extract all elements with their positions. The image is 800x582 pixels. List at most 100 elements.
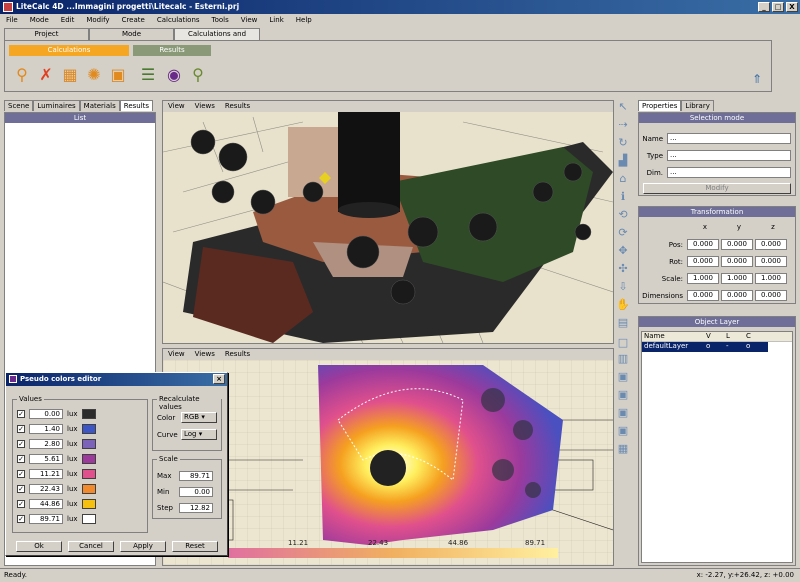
help-icon[interactable]: ⇑ — [749, 71, 765, 87]
value-checkbox-7[interactable]: ✓ — [17, 500, 25, 508]
viewport2-menu-views[interactable]: Views — [190, 349, 220, 360]
tab-calculations-results[interactable]: Calculations and Results — [174, 28, 260, 49]
menu-mode[interactable]: Mode — [24, 14, 55, 27]
perspective-render[interactable] — [163, 112, 613, 343]
calc-point-icon[interactable]: ⚲ — [11, 63, 33, 85]
rotate-icon[interactable]: ↻ — [616, 136, 630, 150]
step-input[interactable]: 12.82 — [179, 503, 213, 513]
value-input-5[interactable]: 11.21 — [29, 469, 63, 479]
tab-materials[interactable]: Materials — [79, 100, 120, 111]
value-input-3[interactable]: 2.80 — [29, 439, 63, 449]
rot-x-field[interactable]: 0.000 — [687, 256, 719, 267]
value-input-4[interactable]: 5.61 — [29, 454, 63, 464]
value-input-2[interactable]: 1.40 — [29, 424, 63, 434]
menu-create[interactable]: Create — [116, 14, 151, 27]
color-swatch-3[interactable] — [81, 439, 96, 449]
window-icon[interactable]: □ — [616, 336, 630, 350]
close-button[interactable]: X — [786, 2, 798, 12]
tab-mode[interactable]: Mode — [89, 28, 174, 40]
results-magnify-icon[interactable]: ⚲ — [187, 63, 209, 85]
menu-help[interactable]: Help — [290, 14, 318, 27]
value-checkbox-8[interactable]: ✓ — [17, 515, 25, 523]
apply-button[interactable]: Apply — [120, 541, 166, 552]
layout-icon[interactable]: ▥ — [616, 352, 630, 366]
tab-luminaires[interactable]: Luminaires — [33, 100, 80, 111]
object-icon[interactable]: ▤ — [616, 316, 630, 330]
color-swatch-6[interactable] — [81, 484, 96, 494]
dimensions-y-field[interactable]: 0.000 — [721, 290, 753, 301]
rot-y-field[interactable]: 0.000 — [721, 256, 753, 267]
layer-col-l[interactable]: L — [726, 332, 746, 341]
name-field[interactable]: ... — [667, 133, 791, 144]
layer-visible[interactable]: o — [706, 342, 726, 352]
viewport-menu-views[interactable]: Views — [190, 101, 220, 112]
pan-icon[interactable]: ✥ — [616, 244, 630, 258]
color-swatch-8[interactable] — [81, 514, 96, 524]
reset-button[interactable]: Reset — [172, 541, 218, 552]
layer-col-v[interactable]: V — [706, 332, 726, 341]
modify-button[interactable]: Modify — [643, 183, 791, 194]
value-checkbox-1[interactable]: ✓ — [17, 410, 25, 418]
calc-camera-icon[interactable]: ▣ — [107, 63, 129, 85]
scale-icon[interactable]: ▟ — [616, 154, 630, 168]
layer-locked[interactable]: - — [726, 342, 746, 352]
dimensions-x-field[interactable]: 0.000 — [687, 290, 719, 301]
menu-view[interactable]: View — [235, 14, 264, 27]
select-icon[interactable]: ↖ — [616, 100, 630, 114]
color-swatch-7[interactable] — [81, 499, 96, 509]
dimensions-z-field[interactable]: 0.000 — [755, 290, 787, 301]
value-checkbox-3[interactable]: ✓ — [17, 440, 25, 448]
info-icon[interactable]: ℹ — [616, 190, 630, 204]
orbit-icon[interactable]: ⟲ — [616, 208, 630, 222]
menu-file[interactable]: File — [0, 14, 24, 27]
cancel-button[interactable]: Cancel — [68, 541, 114, 552]
results-pseudocolor-icon[interactable]: ◉ — [163, 63, 185, 85]
fly-icon[interactable]: ⟳ — [616, 226, 630, 240]
value-input-6[interactable]: 22.43 — [29, 484, 63, 494]
color-swatch-2[interactable] — [81, 424, 96, 434]
value-checkbox-2[interactable]: ✓ — [17, 425, 25, 433]
move-icon[interactable]: ⇢ — [616, 118, 630, 132]
scale-x-field[interactable]: 1.000 — [687, 273, 719, 284]
dialog-close-button[interactable]: × — [213, 374, 225, 384]
tab-results[interactable]: Results — [119, 100, 154, 111]
menu-edit[interactable]: Edit — [55, 14, 81, 27]
rot-z-field[interactable]: 0.000 — [755, 256, 787, 267]
value-input-8[interactable]: 89.71 — [29, 514, 63, 524]
tab-library[interactable]: Library — [681, 100, 714, 111]
maximize-button[interactable]: □ — [772, 2, 784, 12]
layer-color[interactable]: o — [746, 342, 766, 352]
value-checkbox-4[interactable]: ✓ — [17, 455, 25, 463]
layer-col-c[interactable]: C — [746, 332, 766, 341]
viewport2-menu-results[interactable]: Results — [220, 349, 255, 360]
tab-project[interactable]: Project — [4, 28, 89, 40]
value-checkbox-6[interactable]: ✓ — [17, 485, 25, 493]
view-side-icon[interactable]: ▣ — [616, 388, 630, 402]
minimize-button[interactable]: _ — [758, 2, 770, 12]
view-back-icon[interactable]: ▣ — [616, 424, 630, 438]
menu-link[interactable]: Link — [263, 14, 289, 27]
menu-tools[interactable]: Tools — [206, 14, 235, 27]
value-checkbox-5[interactable]: ✓ — [17, 470, 25, 478]
color-mode-select[interactable]: RGB ▾ — [181, 412, 217, 423]
view-front-icon[interactable]: ▣ — [616, 370, 630, 384]
color-swatch-5[interactable] — [81, 469, 96, 479]
pos-z-field[interactable]: 0.000 — [755, 239, 787, 250]
viewport-menu-view[interactable]: View — [163, 101, 190, 112]
tab-scene[interactable]: Scene — [4, 100, 34, 111]
results-report-icon[interactable]: ☰ — [137, 63, 159, 85]
view-split-icon[interactable]: ▦ — [616, 442, 630, 456]
hand-icon[interactable]: ✋ — [616, 298, 630, 312]
menu-modify[interactable]: Modify — [80, 14, 115, 27]
min-input[interactable]: 0.00 — [179, 487, 213, 497]
max-input[interactable]: 89.71 — [179, 471, 213, 481]
pseudocolor-render[interactable]: 11.21 22.43 44.86 89.71 — [163, 360, 613, 565]
scale-y-field[interactable]: 1.000 — [721, 273, 753, 284]
color-swatch-1[interactable] — [81, 409, 96, 419]
pos-x-field[interactable]: 0.000 — [687, 239, 719, 250]
layer-row[interactable]: defaultLayer o - o — [642, 342, 768, 352]
viewport-menu-results[interactable]: Results — [220, 101, 255, 112]
menu-calculations[interactable]: Calculations — [151, 14, 206, 27]
view-top-icon[interactable]: ▣ — [616, 406, 630, 420]
zoom-icon[interactable]: ✣ — [616, 262, 630, 276]
